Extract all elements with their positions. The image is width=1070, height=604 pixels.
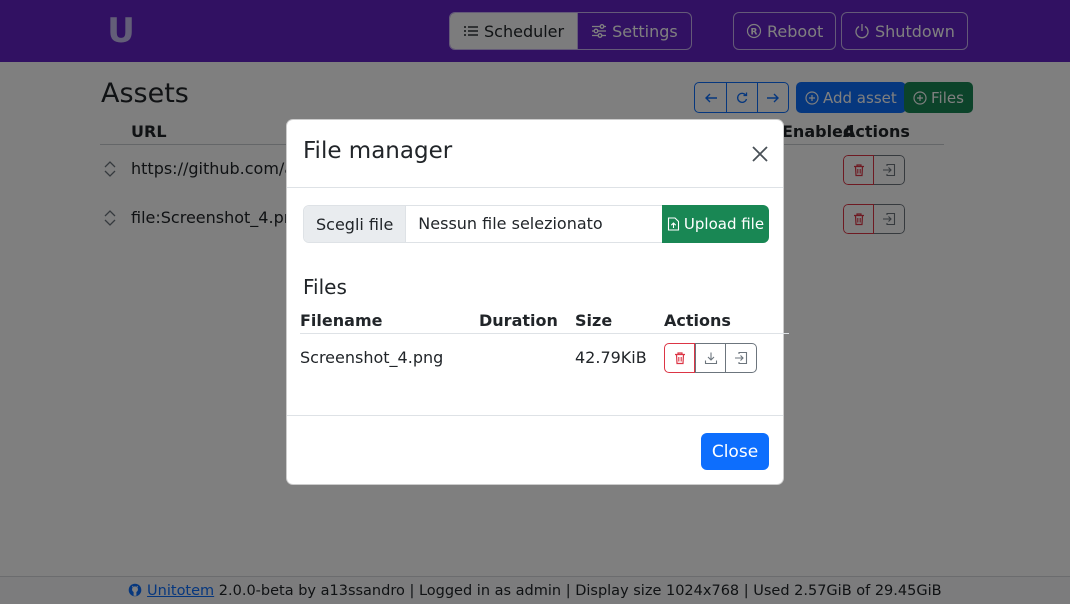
file-row: Screenshot_4.png 42.79KiB <box>300 343 770 375</box>
download-file-button[interactable] <box>695 343 726 373</box>
choose-file-button[interactable]: Scegli file <box>304 206 407 242</box>
file-name: Screenshot_4.png <box>300 348 444 367</box>
column-duration: Duration <box>479 311 558 330</box>
modal-footer: Close <box>287 415 783 485</box>
file-manager-modal: File manager Scegli file Nessun file sel… <box>286 119 789 485</box>
selected-file-text: Nessun file selezionato <box>418 214 603 233</box>
download-icon <box>704 352 717 365</box>
file-row-actions <box>664 343 757 373</box>
file-size: 42.79KiB <box>575 348 647 367</box>
close-icon <box>752 146 768 162</box>
close-modal-button[interactable] <box>750 144 770 164</box>
column-size: Size <box>575 311 613 330</box>
box-arrow-in-icon <box>735 351 748 365</box>
modal-header: File manager <box>287 120 783 188</box>
file-input[interactable]: Scegli file Nessun file selezionato <box>303 205 663 243</box>
modal-title: File manager <box>303 138 453 164</box>
files-heading: Files <box>303 275 347 299</box>
add-file-as-asset-button[interactable] <box>726 343 757 373</box>
file-upload-icon <box>667 217 679 231</box>
upload-file-label: Upload file <box>683 215 765 233</box>
files-table-header: Filename Duration Size Actions <box>300 310 789 334</box>
upload-file-button[interactable]: Upload file <box>662 205 769 243</box>
delete-file-button[interactable] <box>664 343 695 373</box>
close-button[interactable]: Close <box>701 433 769 470</box>
column-filename: Filename <box>300 311 383 330</box>
trash-icon <box>674 352 685 365</box>
column-actions: Actions <box>664 311 731 330</box>
